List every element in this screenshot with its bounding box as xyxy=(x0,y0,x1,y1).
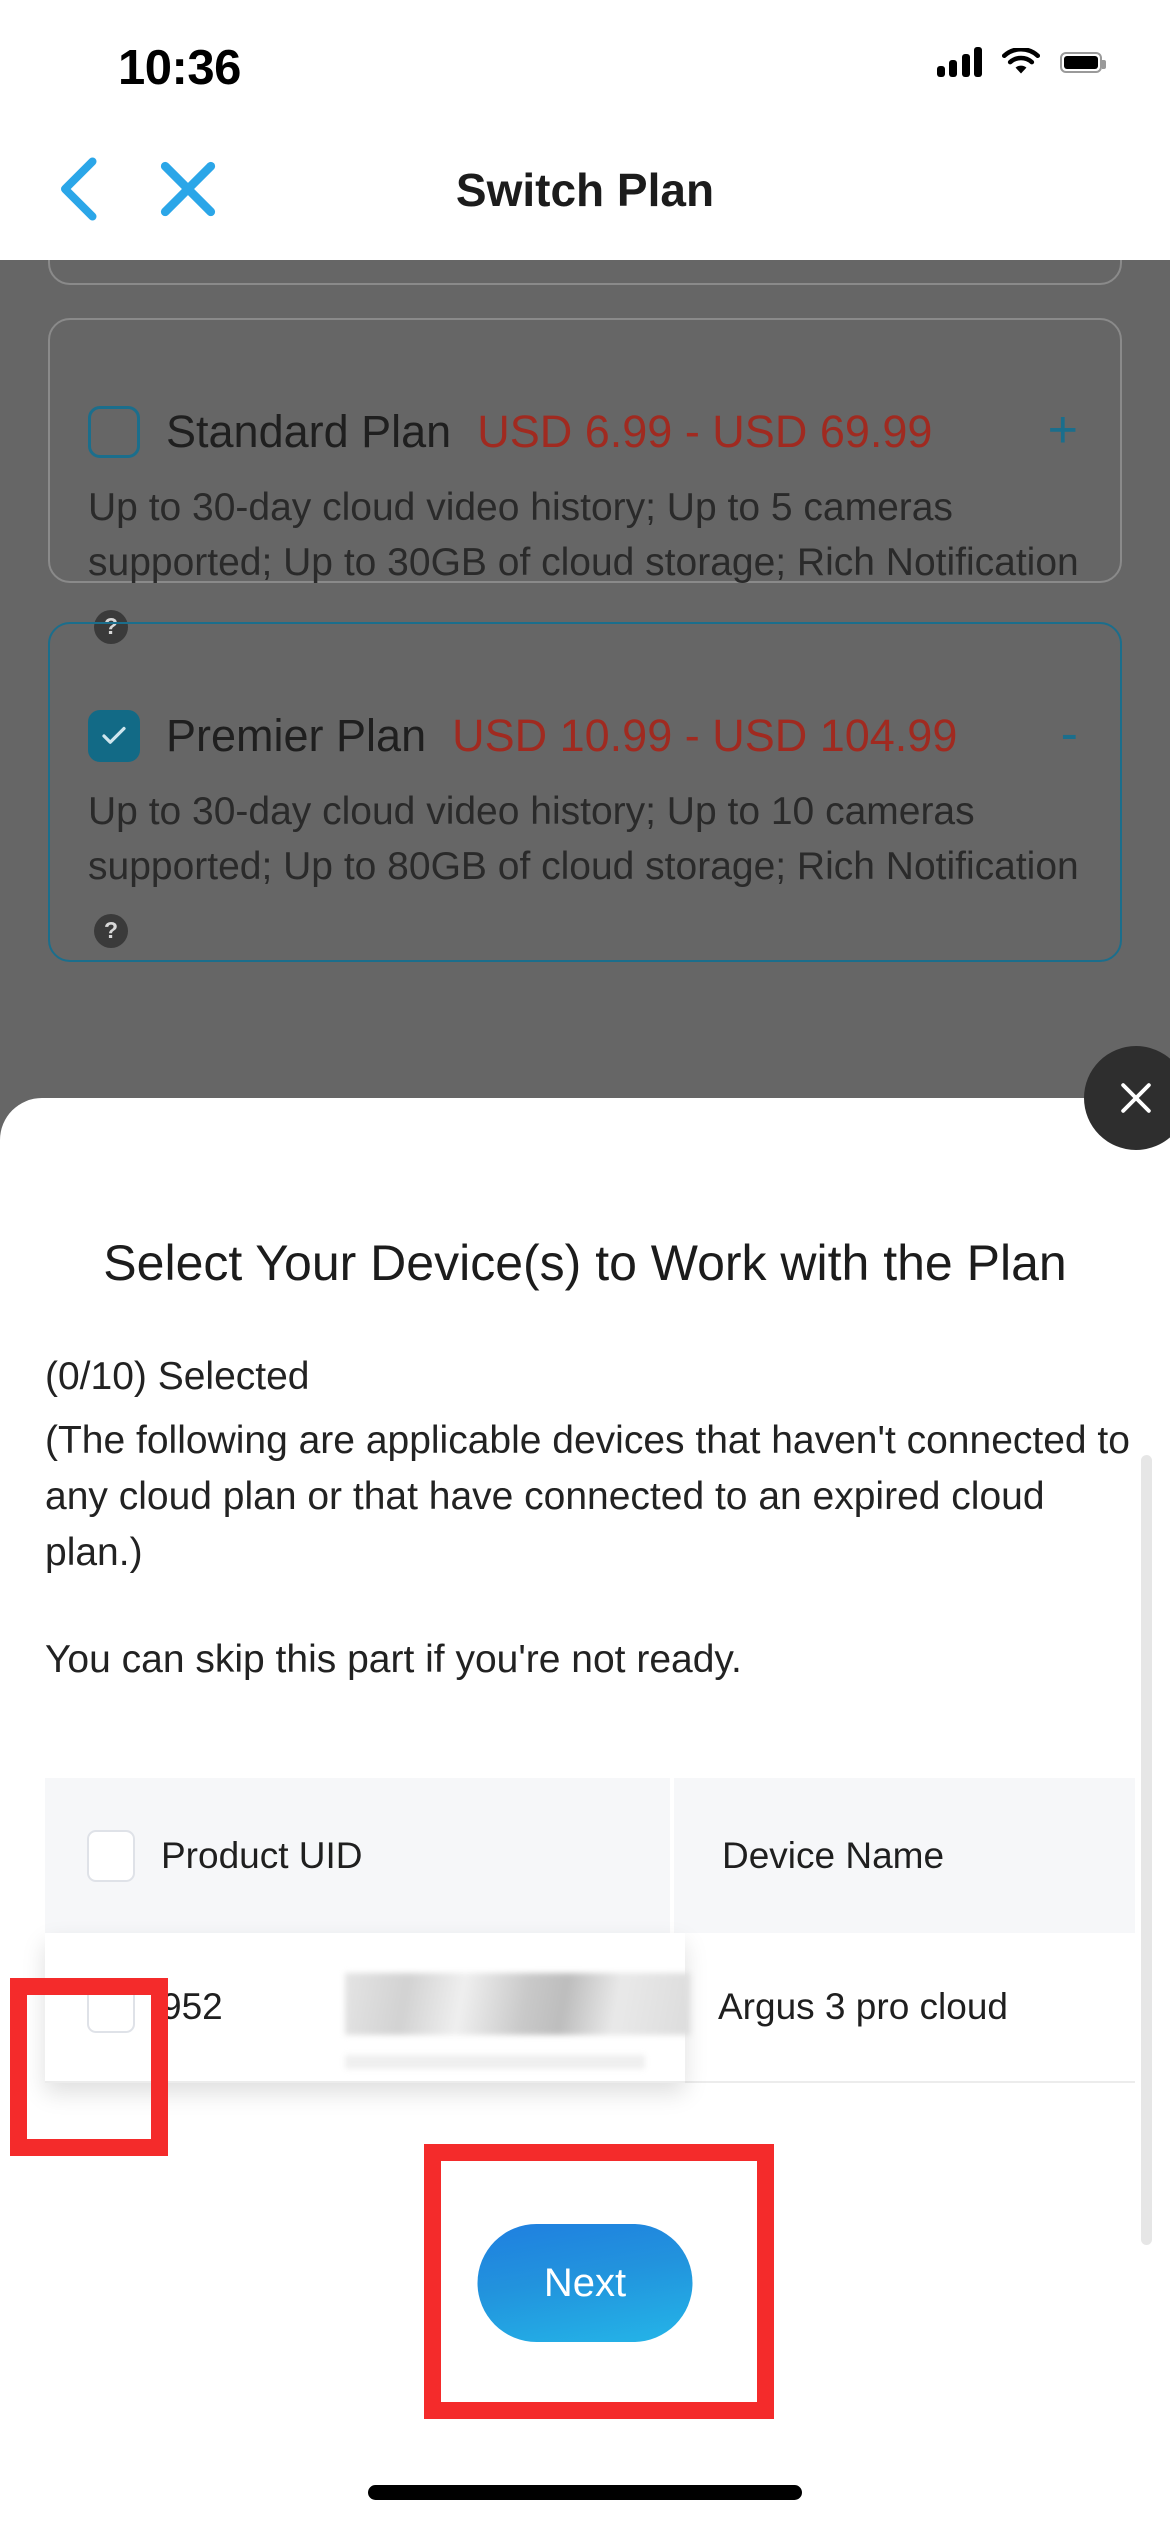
header-cell-uid: Product UID xyxy=(45,1778,670,1933)
row-product-uid-redacted xyxy=(345,1973,690,2035)
sheet-scrollbar[interactable] xyxy=(1141,1455,1152,2245)
page-title: Switch Plan xyxy=(455,164,715,216)
skip-note: You can skip this part if you're not rea… xyxy=(45,1638,742,1681)
nav-bar: Switch Plan xyxy=(0,115,1170,260)
question-mark-icon[interactable]: ? xyxy=(94,913,128,948)
plan-header-standard: Standard Plan USD 6.99 - USD 69.99 xyxy=(88,406,932,458)
plan-price-premier: USD 10.99 - USD 104.99 xyxy=(452,710,958,761)
plan-card-standard[interactable]: Standard Plan USD 6.99 - USD 69.99 + Up … xyxy=(48,318,1122,644)
plan-expand-standard[interactable]: + xyxy=(1048,404,1078,456)
home-indicator xyxy=(368,2485,802,2500)
sheet-title: Select Your Device(s) to Work with the P… xyxy=(103,1235,1067,1291)
plan-card-premier[interactable]: Premier Plan USD 10.99 - USD 104.99 - Up… xyxy=(48,622,1122,962)
devices-note: (The following are applicable devices th… xyxy=(45,1419,1130,1574)
row-product-uid-redacted-secondary xyxy=(345,2055,645,2069)
row-device-name: Argus 3 pro cloud xyxy=(718,1986,1009,2027)
cellular-signal-icon xyxy=(936,47,982,77)
status-bar: 10:36 xyxy=(0,0,1170,115)
device-table: Product UID Device Name 952 Argus 3 pro … xyxy=(45,1778,1135,2083)
phone-screen: Standard Plan USD 6.99 - USD 69.99 + Up … xyxy=(0,0,1170,2532)
plan-description-premier: Up to 30-day cloud video history; Up to … xyxy=(88,784,1080,949)
selected-count-label: (0/10) Selected xyxy=(45,1355,310,1398)
plan-description-standard: Up to 30-day cloud video history; Up to … xyxy=(88,480,1080,645)
plan-checkbox-standard[interactable] xyxy=(88,406,140,458)
select-all-checkbox[interactable] xyxy=(87,1829,135,1882)
wifi-icon xyxy=(1002,48,1040,74)
row-cell-uid: 952 xyxy=(45,1933,690,2081)
plan-description-standard-text: Up to 30-day cloud video history; Up to … xyxy=(88,486,1079,584)
plan-header-premier: Premier Plan USD 10.99 - USD 104.99 xyxy=(88,710,957,762)
device-table-header: Product UID Device Name xyxy=(45,1778,1135,1933)
status-bar-clock: 10:36 xyxy=(118,41,241,95)
header-cell-device-name: Device Name xyxy=(670,1778,1135,1933)
plan-price-standard: USD 6.99 - USD 69.99 xyxy=(477,406,933,457)
status-bar-icons xyxy=(936,47,1106,77)
plan-collapse-premier[interactable]: - xyxy=(1061,708,1078,760)
column-header-product-uid: Product UID xyxy=(161,1834,363,1876)
plan-checkbox-premier[interactable] xyxy=(88,710,140,762)
column-header-device-name: Device Name xyxy=(722,1834,945,1876)
row-cell-device-name: Argus 3 pro cloud xyxy=(670,1933,1135,2081)
next-button[interactable]: Next xyxy=(477,2224,693,2342)
plan-description-premier-text: Up to 30-day cloud video history; Up to … xyxy=(88,790,1079,888)
plan-name-standard: Standard Plan xyxy=(166,406,452,457)
battery-icon xyxy=(1060,51,1106,73)
table-row[interactable]: 952 Argus 3 pro cloud xyxy=(45,1933,1135,2083)
row-product-uid: 952 xyxy=(161,1986,223,2027)
row-select-checkbox[interactable] xyxy=(87,1981,135,2033)
plan-name-premier: Premier Plan xyxy=(166,710,427,761)
